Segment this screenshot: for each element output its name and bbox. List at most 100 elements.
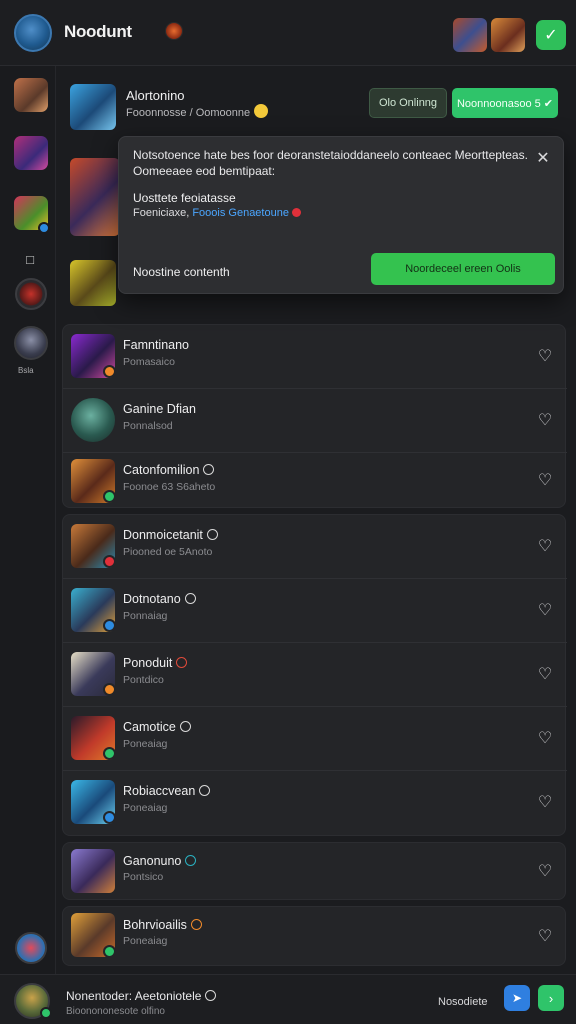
friends-card: Famntinano Pomasaico ♡ Ganine Dfian Ponn… bbox=[62, 324, 567, 509]
rail-avatar[interactable] bbox=[14, 326, 48, 360]
friend-name-text: Donmoicetanit bbox=[123, 528, 203, 542]
rail-game-thumbnail[interactable] bbox=[14, 136, 48, 170]
friends-card: Ganonuno Pontsico ♡ bbox=[62, 842, 566, 900]
status-dot bbox=[103, 945, 116, 958]
friend-status: Pontdico bbox=[123, 674, 164, 686]
friend-name-text: Robiaccvean bbox=[123, 784, 196, 798]
verified-icon bbox=[179, 721, 191, 732]
friend-name: Donmoicetanit bbox=[123, 528, 218, 542]
shield-heart-icon[interactable]: ♡ bbox=[535, 729, 555, 749]
friend-status: Poneaiag bbox=[123, 935, 168, 947]
notification-popover: Notsotoence hate bes foor deoranstetaiod… bbox=[118, 136, 564, 294]
heart-icon[interactable]: ♡ bbox=[535, 347, 555, 367]
rail-game-thumbnail[interactable] bbox=[14, 78, 48, 112]
status-dot bbox=[103, 365, 116, 378]
friend-row[interactable]: Camotice Poneaiag ♡ bbox=[63, 707, 567, 771]
plus-icon: ✓ bbox=[544, 27, 558, 44]
friend-status: Pomasaico bbox=[123, 356, 175, 368]
friend-row[interactable]: Catonfomilion Foonoe 63 S6aheto ♡ bbox=[63, 453, 567, 509]
verified-icon bbox=[199, 785, 211, 796]
heart-icon[interactable]: ♡ bbox=[535, 537, 555, 557]
add-button[interactable]: ✓ bbox=[536, 20, 566, 50]
friends-card: Donmoicetanit Piooned oe 5Anoto ♡ Dotnot… bbox=[62, 514, 567, 836]
recent-game-thumbnail[interactable] bbox=[453, 18, 487, 52]
heart-icon[interactable]: ♡ bbox=[535, 601, 555, 621]
recent-game-thumbnail[interactable] bbox=[491, 18, 525, 52]
online-badge bbox=[40, 1007, 52, 1019]
verified-icon bbox=[185, 855, 197, 866]
join-button[interactable]: Noonnoonasoo 5 ✔ bbox=[452, 88, 558, 118]
featured-title: Alortonino bbox=[126, 88, 185, 103]
chat-icon[interactable]: □ bbox=[22, 252, 38, 268]
featured-subtitle: Fooonnosse / Oomoonne bbox=[126, 104, 269, 119]
popover-label: Uosttete feoiatasse bbox=[133, 191, 236, 205]
friend-name-text: Bohrvioailis bbox=[123, 918, 187, 932]
popover-link-prefix: Foeniciaxe, bbox=[133, 207, 190, 219]
friend-row[interactable]: Robiaccvean Poneaiag ♡ bbox=[63, 771, 567, 835]
status-badge-icon bbox=[165, 22, 183, 40]
friends-card: Bohrvioailis Poneaiag ♡ bbox=[62, 906, 566, 966]
send-button[interactable]: ➤ bbox=[504, 985, 530, 1011]
friend-status: Ponnalsod bbox=[123, 420, 173, 432]
shield-heart-icon[interactable]: ♡ bbox=[535, 471, 555, 491]
friend-avatar bbox=[71, 398, 115, 442]
send-icon: ➤ bbox=[511, 991, 523, 1005]
rail-label: Bsla bbox=[18, 366, 34, 375]
friend-row[interactable]: Ganine Dfian Ponnalsod ♡ bbox=[63, 389, 567, 453]
verified-icon bbox=[203, 464, 215, 475]
heart-icon[interactable]: ♡ bbox=[535, 927, 555, 947]
friend-name-text: Dotnotano bbox=[123, 592, 181, 606]
profile-avatar[interactable] bbox=[14, 14, 52, 52]
heart-badge-icon bbox=[291, 208, 301, 217]
status-label: Nosodiete bbox=[438, 996, 488, 1008]
status-dot bbox=[103, 747, 116, 760]
popover-cta-button[interactable]: Noordeceel ereen Oolis bbox=[371, 253, 555, 285]
online-badge bbox=[38, 222, 50, 234]
chevron-right-icon: › bbox=[548, 990, 554, 1006]
featured-row[interactable]: Alortonino Fooonnosse / Oomoonne Olo Onl… bbox=[62, 70, 566, 140]
rail-avatar[interactable] bbox=[15, 278, 47, 310]
popover-link-text[interactable]: Fooois Genaetoune bbox=[192, 207, 289, 219]
verified-icon bbox=[205, 990, 217, 1001]
friend-name: Ganonuno bbox=[123, 854, 197, 868]
heart-icon[interactable]: ♡ bbox=[535, 665, 555, 685]
friend-status: Piooned oe 5Anoto bbox=[123, 546, 213, 558]
verified-icon bbox=[176, 657, 188, 668]
popover-link[interactable]: Foeniciaxe, Fooois Genaetoune bbox=[133, 207, 301, 219]
verified-icon bbox=[190, 919, 202, 930]
friend-row[interactable]: Famntinano Pomasaico ♡ bbox=[63, 325, 567, 389]
friend-name: Ganine Dfian bbox=[123, 402, 196, 416]
game-thumbnail[interactable] bbox=[70, 260, 116, 306]
featured-game-thumbnail bbox=[70, 84, 116, 130]
status-dot bbox=[103, 811, 116, 824]
verified-icon bbox=[184, 593, 196, 604]
smile-icon bbox=[254, 104, 269, 118]
friend-name: Catonfomilion bbox=[123, 463, 215, 477]
close-icon[interactable]: ✕ bbox=[535, 151, 551, 167]
status-dot bbox=[103, 683, 116, 696]
online-button[interactable]: Olo Onlinng bbox=[369, 88, 447, 118]
go-button[interactable]: › bbox=[538, 985, 564, 1011]
now-playing-title-text: Nonentoder: Aeetoniotele bbox=[66, 989, 202, 1003]
rail-avatar[interactable] bbox=[15, 932, 47, 964]
friend-row[interactable]: Ganonuno Pontsico ♡ bbox=[63, 843, 567, 901]
friend-row[interactable]: Donmoicetanit Piooned oe 5Anoto ♡ bbox=[63, 515, 567, 579]
left-rail: □ Bsla bbox=[0, 66, 56, 974]
app-title: Noodunt bbox=[64, 22, 132, 41]
game-thumbnail[interactable] bbox=[70, 158, 120, 236]
friend-row[interactable]: Bohrvioailis Poneaiag ♡ bbox=[63, 907, 567, 967]
heart-icon[interactable]: ♡ bbox=[535, 411, 555, 431]
friend-name: Dotnotano bbox=[123, 592, 196, 606]
friend-row[interactable]: Dotnotano Ponnaiag ♡ bbox=[63, 579, 567, 643]
heart-icon[interactable]: ♡ bbox=[535, 862, 555, 882]
heart-icon[interactable]: ♡ bbox=[535, 793, 555, 813]
friend-name-text: Camotice bbox=[123, 720, 176, 734]
status-dot bbox=[103, 619, 116, 632]
friend-name: Ponoduit bbox=[123, 656, 188, 670]
friend-name: Camotice bbox=[123, 720, 191, 734]
verified-icon bbox=[206, 529, 218, 540]
friend-row[interactable]: Ponoduit Pontdico ♡ bbox=[63, 643, 567, 707]
friend-status: Poneaiag bbox=[123, 738, 168, 750]
popover-message: Notsotoence hate bes foor deoranstetaiod… bbox=[133, 148, 528, 178]
friend-name-text: Catonfomilion bbox=[123, 463, 200, 477]
